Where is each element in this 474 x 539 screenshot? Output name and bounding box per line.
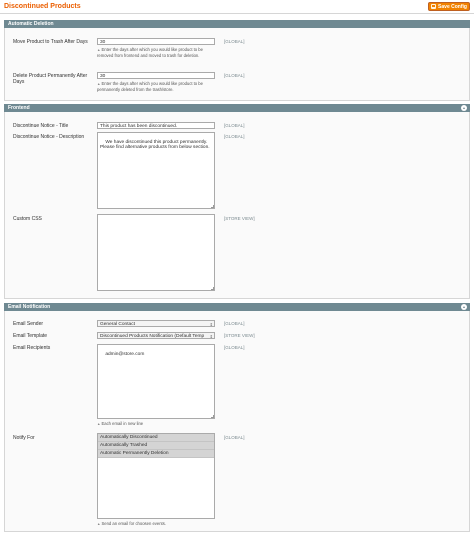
select-arrows-icon: ⇕ [209,322,213,327]
save-icon [431,4,437,9]
notice-title-input[interactable]: This product has been discontinued. [97,122,215,129]
notify-for-label: Notify For [13,435,35,441]
section-header-frontend[interactable]: Frontend [4,104,470,112]
custom-css-textarea[interactable] [97,214,215,291]
notice-description-label: Discontinue Notice - Description [13,134,85,140]
delete-permanently-note-text: Enter the days after which you would lik… [97,81,203,93]
notify-option[interactable]: Automatic Permanently Deletion [98,450,214,458]
notice-description-textarea[interactable]: We have discontinued this product perman… [97,132,215,209]
resize-handle[interactable] [211,205,214,208]
email-template-scope: [STORE VIEW] [224,333,255,338]
notify-option[interactable]: Automatically Discontinued [98,434,214,442]
section-automatic-deletion: Automatic Deletion Move Product to Trash… [4,20,470,101]
note-arrow-icon: ▲ [97,522,101,526]
section-frontend: Frontend Discontinue Notice - Title This… [4,104,470,299]
notify-for-multiselect[interactable]: Automatically Discontinued Automatically… [97,433,215,519]
email-sender-select[interactable]: General Contact ⇕ [97,320,215,327]
notice-title-scope: [GLOBAL] [224,123,245,128]
move-to-trash-note: ▲Enter the days after which you would li… [97,47,215,59]
notify-for-note-text: Send an email for choosen events. [101,521,166,526]
move-to-trash-label: Move Product to Trash After Days [13,39,88,45]
section-title: Email Notification [8,304,51,310]
section-header-email-notification[interactable]: Email Notification [4,303,470,311]
email-template-select[interactable]: Discontinued Products Notification (Defa… [97,332,215,339]
collapse-icon[interactable] [461,105,467,111]
delete-permanently-input[interactable]: 30 [97,72,215,79]
page-title: Discontinued Products [4,3,81,10]
save-config-label: Save Config [438,3,467,10]
section-title: Automatic Deletion [8,21,54,27]
move-to-trash-input[interactable]: 30 [97,38,215,45]
move-to-trash-note-text: Enter the days after which you would lik… [97,47,203,59]
notice-description-text: We have discontinued this product perman… [100,139,210,151]
note-arrow-icon: ▲ [97,422,101,426]
section-title: Frontend [8,105,30,111]
page-header: Discontinued Products Save Config [0,0,474,14]
section-header-automatic-deletion[interactable]: Automatic Deletion [4,20,470,28]
notify-for-note: ▲Send an email for choosen events. [97,521,215,527]
email-template-value: Discontinued Products Notification (Defa… [100,334,205,339]
email-recipients-textarea[interactable]: admin@store.com [97,344,215,419]
email-sender-value: General Contact [100,322,135,327]
email-sender-scope: [GLOBAL] [224,321,245,326]
save-config-button[interactable]: Save Config [428,2,470,11]
email-recipients-note-text: Each email in new line [101,421,144,426]
delete-permanently-label: Delete Product Permanently After Days [13,73,88,85]
resize-handle[interactable] [211,287,214,290]
email-recipients-label: Email Recipients [13,345,51,351]
notify-for-scope: [GLOBAL] [224,435,245,440]
move-to-trash-scope: [GLOBAL] [224,39,245,44]
select-arrows-icon: ⇕ [209,334,213,339]
notice-description-scope: [GLOBAL] [224,134,245,139]
collapse-icon[interactable] [461,304,467,310]
delete-permanently-note: ▲Enter the days after which you would li… [97,81,215,93]
email-sender-label: Email Sender [13,321,44,327]
email-recipients-scope: [GLOBAL] [224,345,245,350]
notify-option[interactable]: Automatically Trashed [98,442,214,450]
custom-css-label: Custom CSS [13,216,42,222]
email-recipients-note: ▲Each email in new line [97,421,215,427]
resize-handle[interactable] [211,415,214,418]
custom-css-scope: [STORE VIEW] [224,216,255,221]
section-email-notification: Email Notification Email Sender General … [4,303,470,532]
delete-permanently-scope: [GLOBAL] [224,73,245,78]
email-template-label: Email Template [13,333,48,339]
notice-title-label: Discontinue Notice - Title [13,123,69,129]
email-recipients-text: admin@store.com [105,351,145,357]
